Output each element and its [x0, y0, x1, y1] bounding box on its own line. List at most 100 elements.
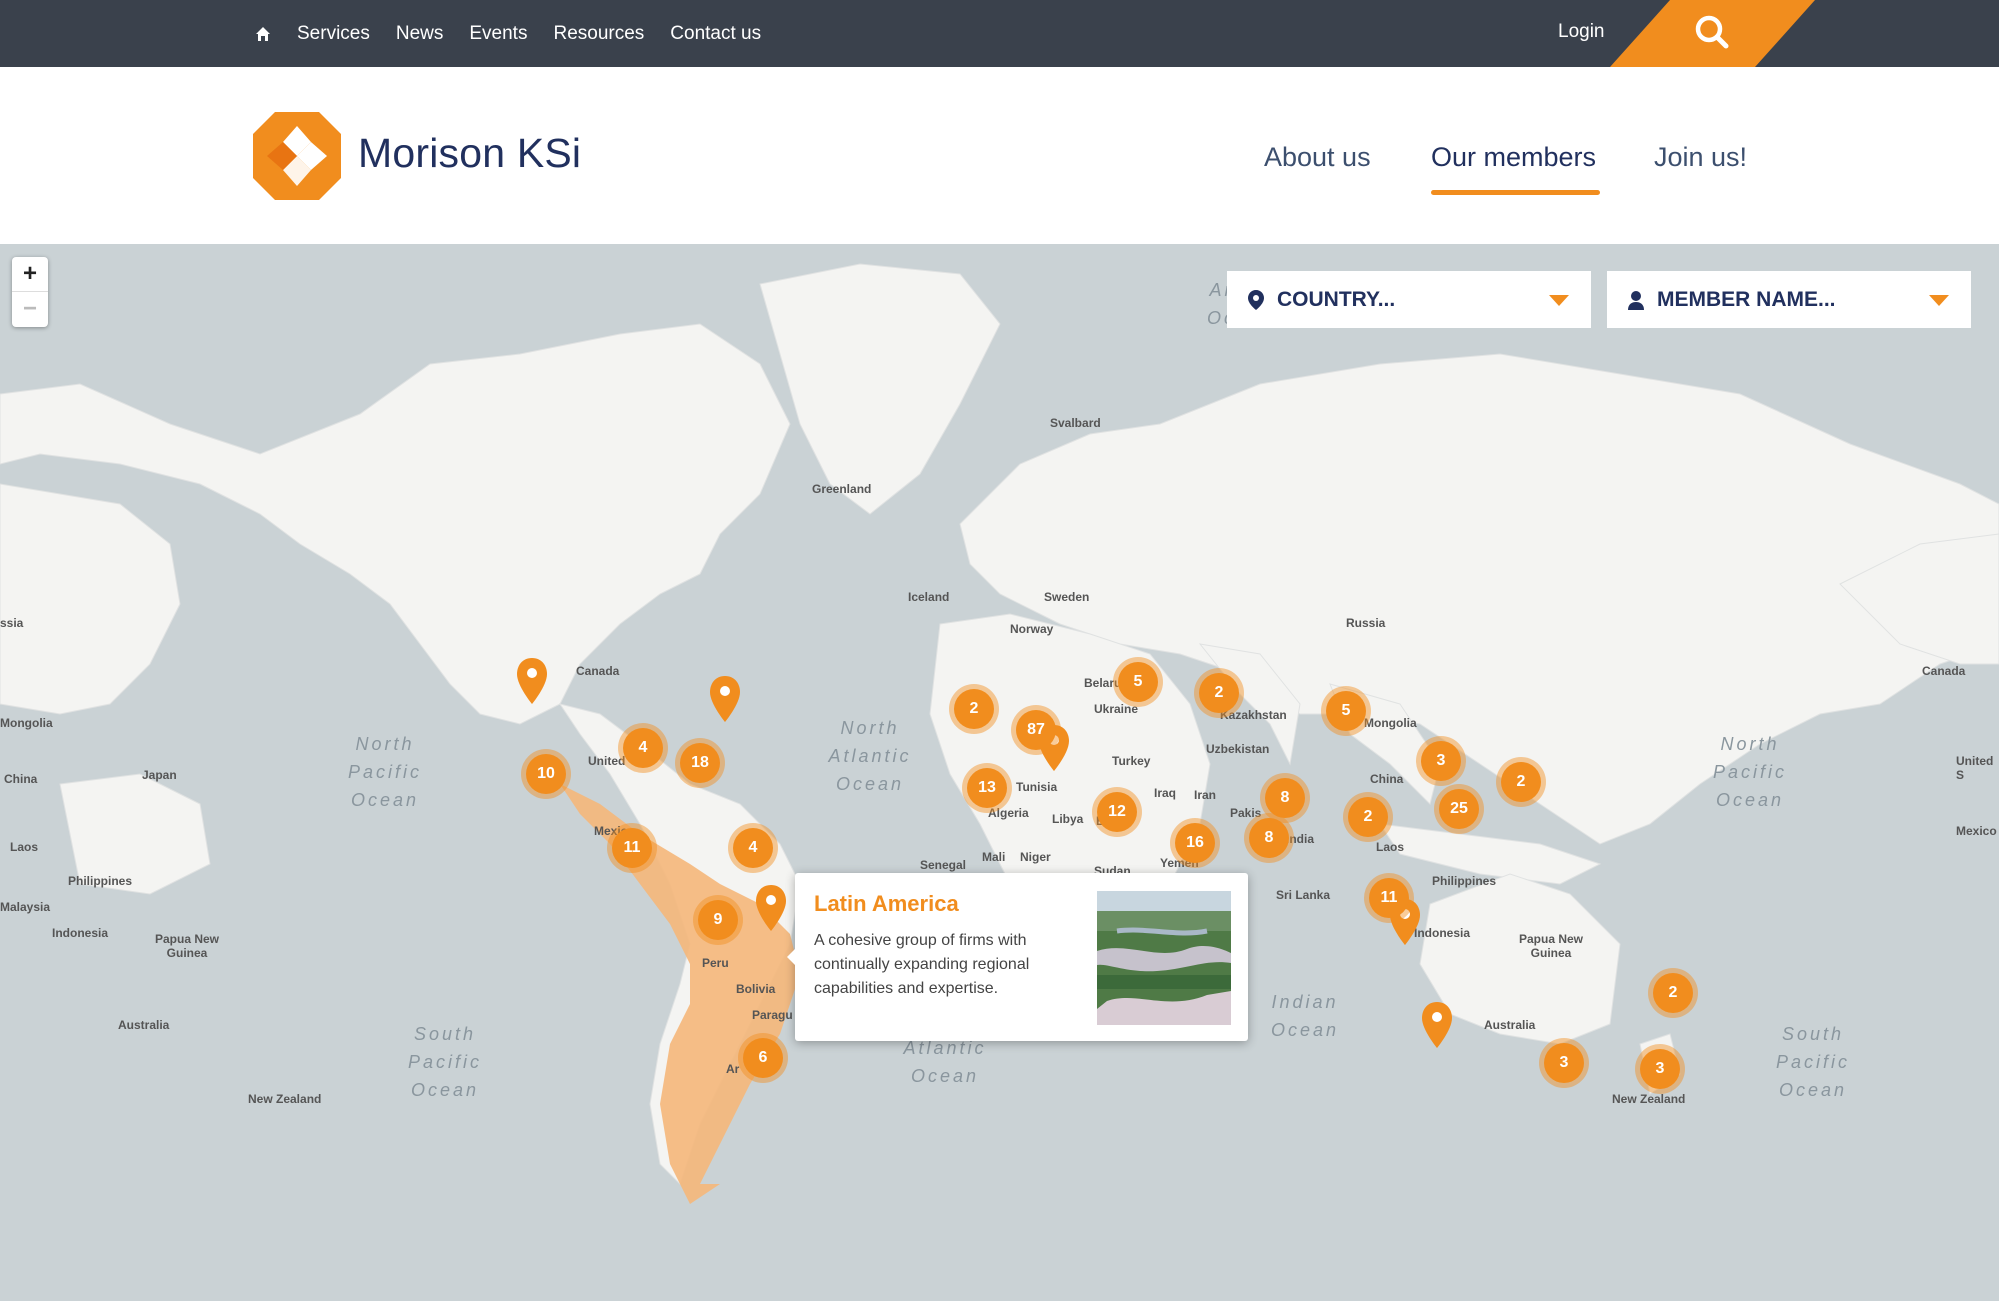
map-label: Malaysia	[0, 900, 51, 914]
map-label: Paragu	[752, 1008, 793, 1022]
member-cluster[interactable]: 2	[1194, 668, 1244, 718]
member-cluster[interactable]: 87	[1011, 705, 1061, 755]
cluster-count: 3	[1421, 741, 1461, 781]
member-name-select[interactable]: MEMBER NAME...	[1607, 271, 1971, 328]
member-cluster[interactable]: 10	[521, 749, 571, 799]
map-label: Papua New Guinea	[154, 932, 220, 960]
member-cluster[interactable]: 16	[1170, 818, 1220, 868]
map-label: Turkey	[1112, 754, 1151, 768]
map-pin-icon[interactable]	[754, 883, 788, 933]
cluster-count: 87	[1016, 710, 1056, 750]
nav-events[interactable]: Events	[469, 23, 527, 45]
cluster-count: 2	[1348, 797, 1388, 837]
ocean-label: North Atlantic Ocean	[828, 718, 912, 794]
map-label: New Zealand	[1612, 1092, 1686, 1106]
cluster-count: 25	[1439, 789, 1479, 829]
amazon-river-image	[1097, 891, 1231, 1025]
nav-about-us[interactable]: About us	[1264, 142, 1371, 173]
member-cluster[interactable]: 4	[728, 823, 778, 873]
zoom-out-button[interactable]: −	[12, 292, 48, 326]
country-select[interactable]: COUNTRY...	[1227, 271, 1591, 328]
member-cluster[interactable]: 3	[1416, 736, 1466, 786]
member-cluster[interactable]: 2	[1343, 792, 1393, 842]
member-cluster[interactable]: 5	[1321, 686, 1371, 736]
map-label: Mongolia	[0, 716, 53, 730]
map-label: Svalbard	[1050, 416, 1101, 430]
member-cluster[interactable]: 11	[607, 823, 657, 873]
map-label: Tunisia	[1016, 780, 1058, 794]
region-popup[interactable]: Latin America A cohesive group of firms …	[787, 873, 1248, 1041]
nav-news[interactable]: News	[396, 23, 444, 45]
brand-name[interactable]: Morison KSi	[358, 130, 581, 177]
nav-resources[interactable]: Resources	[553, 23, 644, 45]
map-label: Russia	[1346, 616, 1386, 630]
member-cluster[interactable]: 2	[1496, 757, 1546, 807]
map-label: Bolivia	[736, 982, 776, 996]
zoom-in-button[interactable]: +	[12, 257, 48, 292]
cluster-count: 3	[1544, 1043, 1584, 1083]
nav-contact[interactable]: Contact us	[670, 23, 761, 45]
ocean-label: North Pacific Ocean	[1712, 734, 1787, 810]
member-cluster[interactable]: 4	[618, 723, 668, 773]
home-icon[interactable]	[255, 26, 271, 42]
search-button[interactable]	[1610, 0, 1815, 67]
map-label: Mexico	[1956, 824, 1997, 838]
member-cluster[interactable]: 2	[1648, 968, 1698, 1018]
map-pin-icon[interactable]	[708, 674, 742, 724]
nav-join-us[interactable]: Join us!	[1654, 142, 1747, 173]
member-cluster[interactable]: 6	[738, 1033, 788, 1083]
map-label: Mongolia	[1364, 716, 1417, 730]
map-label: Indonesia	[52, 926, 109, 940]
map-label: ssia	[0, 616, 24, 630]
cluster-count: 6	[743, 1038, 783, 1078]
logo-icon[interactable]	[253, 112, 341, 200]
cluster-count: 8	[1265, 778, 1305, 818]
member-cluster[interactable]: 2	[949, 684, 999, 734]
member-cluster[interactable]: 18	[675, 738, 725, 788]
member-cluster[interactable]: 8	[1244, 813, 1294, 863]
nav-services[interactable]: Services	[297, 23, 370, 45]
cluster-count: 13	[967, 768, 1007, 808]
member-cluster[interactable]: 5	[1113, 657, 1163, 707]
map-label: Laos	[1376, 840, 1405, 854]
map-pin-icon[interactable]	[515, 656, 549, 706]
cluster-count: 4	[623, 728, 663, 768]
login-link[interactable]: Login	[1558, 21, 1605, 43]
member-select-label: MEMBER NAME...	[1657, 287, 1836, 311]
member-cluster[interactable]: 9	[693, 895, 743, 945]
member-cluster[interactable]: 13	[962, 763, 1012, 813]
top-nav: Services News Events Resources Contact u…	[255, 0, 761, 67]
map-label: Norway	[1010, 622, 1054, 636]
map-label: China	[4, 772, 38, 786]
map-label: Libya	[1052, 812, 1084, 826]
member-cluster[interactable]: 12	[1092, 787, 1142, 837]
map-label: Australia	[1484, 1018, 1536, 1032]
popup-title[interactable]: Latin America	[814, 891, 959, 917]
nav-our-members[interactable]: Our members	[1431, 142, 1596, 173]
map-label: Papua New Guinea	[1518, 932, 1584, 960]
cluster-count: 5	[1326, 691, 1366, 731]
map-label: Indonesia	[1414, 926, 1471, 940]
map-pin-icon[interactable]	[1420, 1000, 1454, 1050]
member-cluster[interactable]: 3	[1539, 1038, 1589, 1088]
cluster-count: 12	[1097, 792, 1137, 832]
map-label: Australia	[118, 1018, 170, 1032]
cluster-count: 16	[1175, 823, 1215, 863]
map-label: Laos	[10, 840, 39, 854]
country-select-label: COUNTRY...	[1277, 287, 1396, 311]
cluster-count: 11	[612, 828, 652, 868]
map-label: Mali	[982, 850, 1006, 864]
map-label: United S	[1956, 754, 1994, 782]
chevron-down-icon	[1549, 295, 1569, 306]
cluster-count: 8	[1249, 818, 1289, 858]
cluster-count: 9	[698, 900, 738, 940]
member-cluster[interactable]: 3	[1635, 1044, 1685, 1094]
map-label: Iran	[1194, 788, 1217, 802]
cluster-count: 2	[1653, 973, 1693, 1013]
cluster-count: 3	[1640, 1049, 1680, 1089]
world-map[interactable]: North Pacific Ocean North Atlantic Ocean…	[0, 244, 1999, 1301]
member-cluster[interactable]: 11	[1364, 873, 1414, 923]
map-label: Sweden	[1044, 590, 1090, 604]
map-label: Uzbekistan	[1206, 742, 1270, 756]
member-cluster[interactable]: 25	[1434, 784, 1484, 834]
